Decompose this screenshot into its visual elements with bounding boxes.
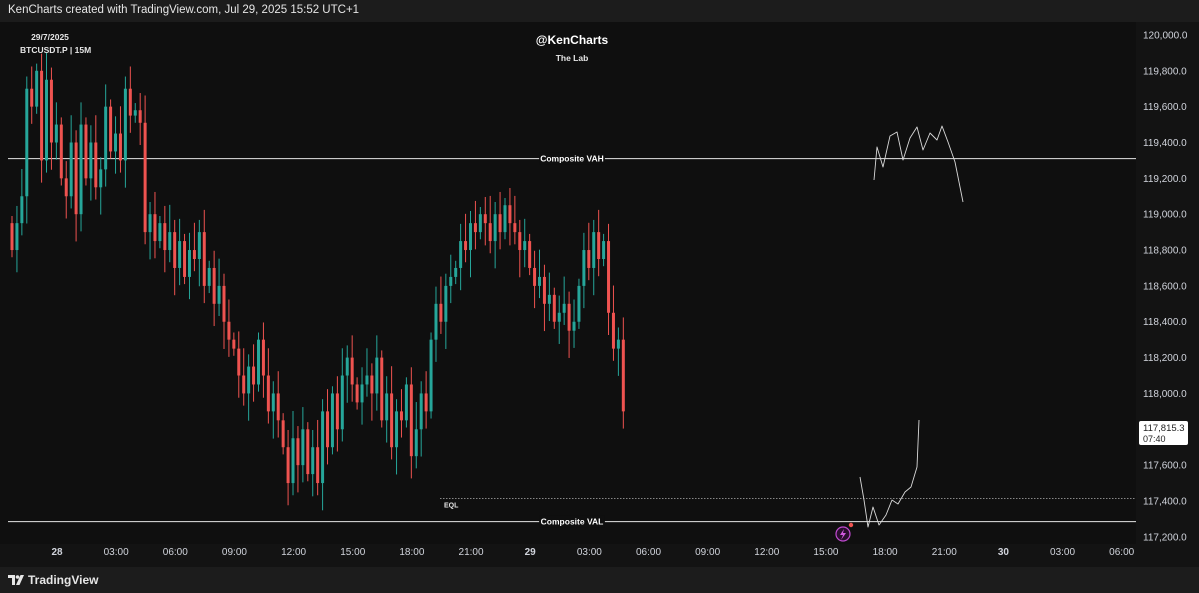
candle — [429, 332, 433, 419]
x-tick-label: 18:00 — [399, 547, 424, 558]
y-tick-label: 118,000.0 — [1143, 389, 1187, 400]
price-label: 117,815.3 07:40 — [1139, 421, 1188, 445]
title-bar: KenCharts created with TradingView.com, … — [0, 0, 1199, 23]
x-tick-label: 12:00 — [281, 547, 306, 558]
y-tick-label: 119,600.0 — [1143, 102, 1187, 113]
candle — [330, 386, 334, 455]
y-tick-label: 117,400.0 — [1143, 496, 1187, 507]
candle-countdown: 07:40 — [1143, 434, 1166, 444]
symbol-date: 29/7/2025 — [31, 32, 69, 42]
symbol-label: BTCUSDT.P | 15M — [20, 45, 91, 55]
y-tick-label: 119,400.0 — [1143, 138, 1187, 149]
candle — [577, 278, 581, 329]
price-chart[interactable]: Composite VAHComposite VALEQL 120,000.01… — [0, 22, 1199, 567]
y-tick-label: 120,000.0 — [1143, 30, 1188, 41]
eql-label: EQL — [444, 502, 459, 509]
tradingview-brand: TradingView — [28, 573, 99, 587]
x-tick-label: 28 — [51, 547, 63, 558]
app-window: KenCharts created with TradingView.com, … — [0, 0, 1199, 593]
tradingview-logo-icon — [8, 575, 24, 585]
footer-bar: TradingView — [0, 567, 1199, 593]
x-tick-label: 06:00 — [1109, 547, 1134, 558]
chart-background — [0, 22, 1199, 567]
chart-title: @KenCharts — [536, 33, 609, 47]
x-tick-label: 12:00 — [754, 547, 779, 558]
price-axis[interactable]: 120,000.0 119,800.0 119,600.0 119,400.0 119,… — [1136, 22, 1199, 544]
y-tick-label: 118,800.0 — [1143, 246, 1187, 257]
y-tick-label: 118,400.0 — [1143, 317, 1187, 328]
current-price: 117,815.3 — [1143, 423, 1185, 434]
x-tick-label: 30 — [998, 547, 1010, 558]
y-tick-label: 119,200.0 — [1143, 174, 1187, 185]
level-label: Composite VAL — [541, 517, 604, 527]
level-label: Composite VAH — [540, 154, 604, 164]
x-tick-label: 21:00 — [932, 547, 957, 558]
chart-subtitle: The Lab — [556, 53, 589, 63]
candle — [306, 422, 310, 482]
y-tick-label: 119,000.0 — [1143, 210, 1187, 221]
y-tick-label: 117,200.0 — [1143, 532, 1187, 543]
x-tick-label: 03:00 — [577, 547, 602, 558]
candle — [109, 99, 113, 159]
x-tick-label: 06:00 — [636, 547, 661, 558]
y-tick-label: 118,200.0 — [1143, 353, 1187, 364]
y-tick-label: 118,600.0 — [1143, 281, 1187, 292]
candle — [59, 117, 63, 186]
x-tick-label: 18:00 — [873, 547, 898, 558]
x-tick-label: 09:00 — [222, 547, 247, 558]
time-axis[interactable]: 28 03:00 06:00 09:00 12:00 15:00 18:00 21:00 29 0… — [0, 544, 1199, 567]
chart-caption: KenCharts created with TradingView.com, … — [8, 4, 360, 16]
y-tick-label: 119,800.0 — [1143, 66, 1187, 77]
candle — [183, 233, 187, 285]
x-tick-label: 03:00 — [104, 547, 129, 558]
candle — [84, 117, 88, 186]
x-tick-label: 29 — [525, 547, 537, 558]
candle — [257, 332, 260, 392]
candle — [404, 377, 408, 428]
x-tick-label: 06:00 — [163, 547, 188, 558]
x-tick-label: 15:00 — [340, 547, 365, 558]
y-tick-label: 117,600.0 — [1143, 461, 1187, 472]
x-tick-label: 09:00 — [695, 547, 720, 558]
x-tick-label: 21:00 — [459, 547, 484, 558]
candle — [35, 63, 39, 114]
candle — [380, 350, 384, 428]
x-tick-label: 03:00 — [1050, 547, 1075, 558]
x-tick-label: 15:00 — [813, 547, 838, 558]
